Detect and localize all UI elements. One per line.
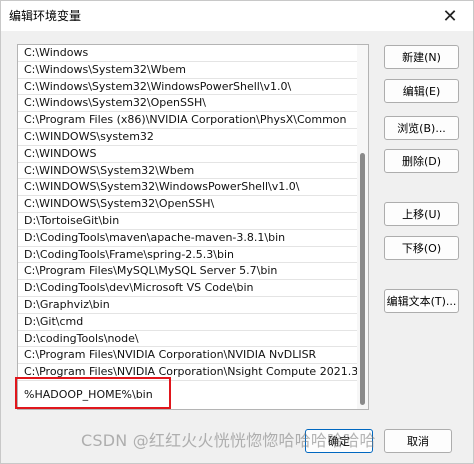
list-item[interactable]: D:\codingTools\node\ (18, 331, 358, 348)
path-listbox[interactable]: C:\Windows C:\Windows\System32\Wbem C:\Win… (17, 44, 369, 410)
close-icon[interactable]: ✕ (427, 1, 473, 31)
list-item[interactable]: C:\Program Files\NVIDIA Corporation\NVID… (18, 347, 358, 365)
list-item[interactable]: C:\Windows\System32\OpenSSH\ (18, 95, 358, 113)
ok-button[interactable]: 确定 (305, 429, 373, 453)
path-list: C:\Windows C:\Windows\System32\Wbem C:\Win… (18, 45, 368, 407)
list-item[interactable]: C:\Program Files\MySQL\MySQL Server 5.7\… (18, 263, 358, 281)
new-button[interactable]: 新建(N) (384, 45, 459, 69)
list-item[interactable]: D:\CodingTools\maven\apache-maven-3.8.1\… (18, 230, 358, 247)
list-item[interactable]: C:\Program Files (x86)\NVIDIA Corporatio… (18, 112, 358, 129)
list-item[interactable]: C:\WINDOWS\System32\Wbem (18, 163, 358, 180)
list-item[interactable]: D:\TortoiseGit\bin (18, 213, 358, 230)
move-up-button[interactable]: 上移(U) (384, 202, 459, 226)
list-item[interactable]: C:\WINDOWS\System32\WindowsPowerShell\v1… (18, 179, 358, 197)
list-item[interactable]: C:\Windows\System32\WindowsPowerShell\v1… (18, 79, 358, 96)
list-item-editing[interactable]: %HADOOP_HOME%\bin (18, 380, 358, 407)
list-item[interactable]: C:\Windows (18, 45, 358, 62)
edit-env-var-dialog: 编辑环境变量 ✕ C:\Windows C:\Windows\System32\W… (0, 0, 474, 464)
edit-button[interactable]: 编辑(E) (384, 79, 459, 103)
list-item[interactable]: C:\WINDOWS (18, 146, 358, 163)
list-item[interactable]: C:\WINDOWS\System32\OpenSSH\ (18, 196, 358, 213)
browse-button[interactable]: 浏览(B)... (384, 116, 459, 140)
title-bar[interactable]: 编辑环境变量 ✕ (1, 1, 473, 31)
edit-text-button[interactable]: 编辑文本(T)... (384, 289, 459, 313)
scrollbar-thumb[interactable] (360, 153, 365, 405)
list-item[interactable]: C:\WINDOWS\system32 (18, 129, 358, 146)
list-item[interactable]: D:\Git\cmd (18, 314, 358, 331)
list-item[interactable]: D:\CodingTools\dev\Microsoft VS Code\bin (18, 280, 358, 297)
cancel-button[interactable]: 取消 (384, 429, 452, 453)
list-item[interactable]: C:\Program Files\NVIDIA Corporation\Nsig… (18, 364, 368, 381)
delete-button[interactable]: 删除(D) (384, 149, 459, 173)
list-item[interactable]: C:\Windows\System32\Wbem (18, 62, 358, 79)
list-item[interactable]: D:\CodingTools\Frame\spring-2.5.3\bin (18, 247, 358, 264)
list-item[interactable]: D:\Graphviz\bin (18, 297, 358, 314)
vertical-scrollbar[interactable] (357, 45, 368, 409)
window-title: 编辑环境变量 (9, 9, 82, 23)
move-down-button[interactable]: 下移(O) (384, 236, 459, 260)
